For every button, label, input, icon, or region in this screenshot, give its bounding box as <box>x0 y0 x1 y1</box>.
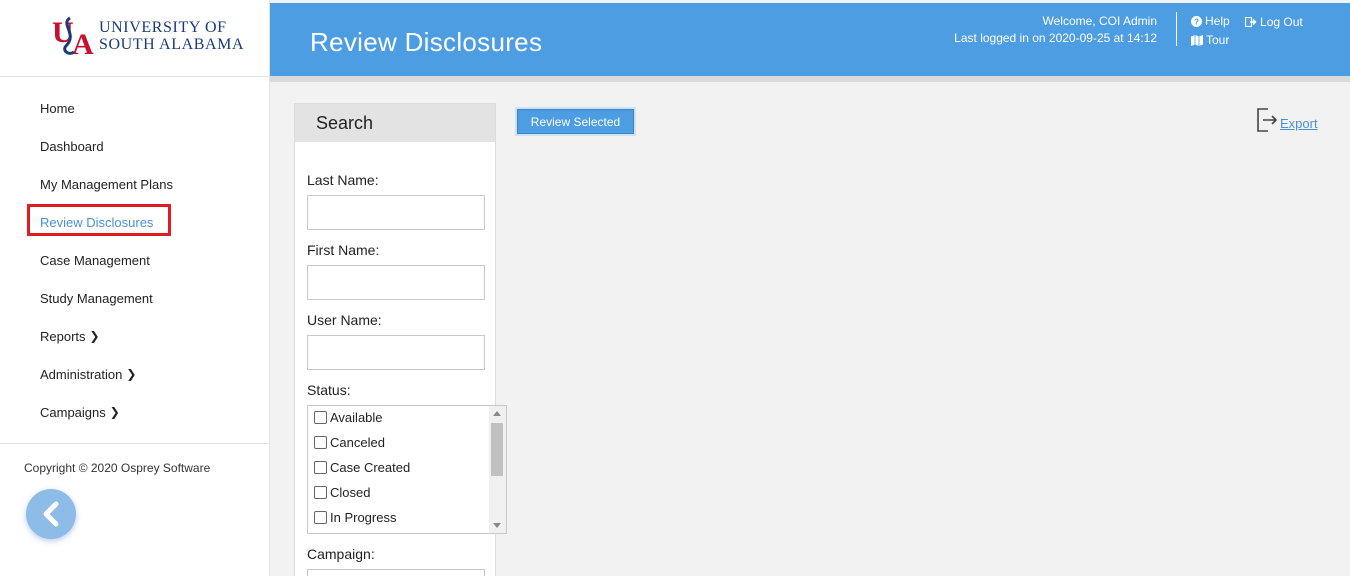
user-name-label: User Name: <box>307 312 382 328</box>
header-links: ? Help Log Out Tour <box>1191 13 1315 51</box>
tour-label: Tour <box>1206 33 1230 47</box>
sidebar: U A UNIVERSITY OF SOUTH ALABAMA Home Das… <box>0 0 270 576</box>
logout-link[interactable]: Log Out <box>1245 14 1303 31</box>
collapse-sidebar-button[interactable] <box>26 489 76 539</box>
divider <box>0 76 270 77</box>
sidebar-item-label: My Management Plans <box>40 176 173 192</box>
status-label: Status: <box>307 382 351 398</box>
export-icon <box>1257 108 1278 132</box>
sidebar-item-study-management[interactable]: Study Management <box>0 279 270 317</box>
status-option-available[interactable]: Available <box>314 410 383 425</box>
status-option-canceled[interactable]: Canceled <box>314 435 385 450</box>
review-selected-button[interactable]: Review Selected <box>517 109 634 134</box>
status-option-label: Available <box>330 410 383 425</box>
checkbox[interactable] <box>314 411 327 424</box>
sidebar-item-label: Case Management <box>40 252 150 268</box>
chevron-right-icon: ❯ <box>126 367 137 381</box>
sidebar-item-reports[interactable]: Reports ❯ <box>0 317 270 355</box>
logo-line-1: UNIVERSITY OF <box>99 19 227 36</box>
copyright-text: Copyright © 2020 Osprey Software <box>24 461 211 475</box>
divider <box>0 443 270 444</box>
scroll-up-arrow-icon[interactable] <box>493 411 501 416</box>
checkbox[interactable] <box>314 511 327 524</box>
sidebar-item-campaigns[interactable]: Campaigns ❯ <box>0 393 270 431</box>
sign-out-icon <box>1245 17 1257 27</box>
campaign-label: Campaign: <box>307 546 375 562</box>
top-header: Review Disclosures Welcome, COI Admin La… <box>270 3 1350 76</box>
logo-line-2: SOUTH ALABAMA <box>99 36 245 53</box>
scroll-down-arrow-icon[interactable] <box>493 523 501 528</box>
page-title: Review Disclosures <box>310 27 543 57</box>
status-option-label: Canceled <box>330 435 385 450</box>
chevron-right-icon: ❯ <box>109 405 120 419</box>
usa-logo-icon: U A <box>52 16 94 60</box>
sidebar-item-label: Administration <box>40 366 123 382</box>
first-name-label: First Name: <box>307 242 380 258</box>
checkbox[interactable] <box>314 436 327 449</box>
sidebar-item-my-management-plans[interactable]: My Management Plans <box>0 165 270 203</box>
status-option-in-progress[interactable]: In Progress <box>314 510 396 525</box>
svg-text:A: A <box>72 28 94 60</box>
last-name-input[interactable] <box>307 195 485 230</box>
search-panel: Search Last Name: First Name: User Name:… <box>294 103 507 576</box>
checkbox[interactable] <box>314 461 327 474</box>
user-name-input[interactable] <box>307 335 485 370</box>
status-option-case-created[interactable]: Case Created <box>314 460 410 475</box>
export-label: Export <box>1280 116 1318 131</box>
campaign-select[interactable] <box>307 569 485 576</box>
svg-text:?: ? <box>1194 18 1199 27</box>
sidebar-item-dashboard[interactable]: Dashboard <box>0 127 270 165</box>
university-logo[interactable]: U A UNIVERSITY OF SOUTH ALABAMA <box>52 12 244 60</box>
status-option-label: Closed <box>330 485 371 500</box>
sidebar-item-review-disclosures[interactable]: Review Disclosures <box>0 203 270 241</box>
question-circle-icon: ? <box>1191 16 1202 27</box>
last-name-label: Last Name: <box>307 172 379 188</box>
sidebar-item-home[interactable]: Home <box>0 89 270 127</box>
sidebar-item-label: Reports <box>40 328 86 344</box>
status-option-label: Case Created <box>330 460 411 475</box>
welcome-block: Welcome, COI Admin Last logged in on 202… <box>954 13 1157 47</box>
search-panel-title: Search <box>295 104 495 142</box>
chevron-left-icon <box>43 501 59 527</box>
help-label: Help <box>1205 14 1230 28</box>
export-link[interactable]: Export <box>1256 108 1318 132</box>
sidebar-item-label: Study Management <box>40 290 153 306</box>
sidebar-item-label: Campaigns <box>40 404 106 420</box>
sidebar-nav: Home Dashboard My Management Plans Revie… <box>0 89 270 431</box>
sidebar-item-case-management[interactable]: Case Management <box>0 241 270 279</box>
help-link[interactable]: ? Help <box>1191 13 1230 30</box>
status-option-closed[interactable]: Closed <box>314 485 370 500</box>
sidebar-item-label: Dashboard <box>40 138 104 154</box>
first-name-input[interactable] <box>307 265 485 300</box>
welcome-text: Welcome, COI Admin <box>1042 14 1157 28</box>
status-option-label: In Progress <box>330 510 397 525</box>
last-login-text: Last logged in on 2020-09-25 at 14:12 <box>954 31 1157 45</box>
tour-link[interactable]: Tour <box>1191 32 1229 49</box>
chevron-right-icon: ❯ <box>89 329 100 343</box>
status-scrollbar[interactable] <box>489 406 506 533</box>
checkbox[interactable] <box>314 486 327 499</box>
logo-text: UNIVERSITY OF SOUTH ALABAMA <box>99 19 244 53</box>
sidebar-item-label: Home <box>40 100 75 116</box>
scroll-thumb[interactable] <box>491 423 503 476</box>
header-bottom-bar <box>270 76 1350 82</box>
header-divider <box>1176 12 1177 46</box>
logout-label: Log Out <box>1260 14 1303 29</box>
status-multiselect[interactable]: Available Canceled Case Created Closed I… <box>307 405 507 534</box>
active-highlight-box <box>27 204 171 236</box>
map-icon <box>1191 35 1203 46</box>
sidebar-item-administration[interactable]: Administration ❯ <box>0 355 270 393</box>
